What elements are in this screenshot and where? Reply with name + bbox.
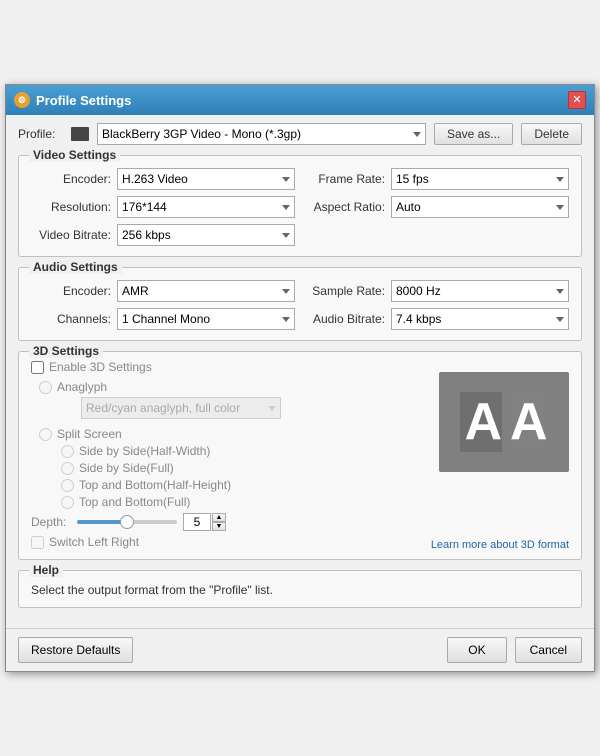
depth-label: Depth: (31, 515, 71, 529)
top-bottom-half-label: Top and Bottom(Half-Height) (79, 478, 231, 492)
side-by-side-half-label: Side by Side(Half-Width) (79, 444, 210, 458)
help-section: Help Select the output format from the "… (18, 570, 582, 608)
close-button[interactable]: ✕ (568, 91, 586, 109)
restore-defaults-button[interactable]: Restore Defaults (18, 637, 133, 663)
sample-rate-row: Sample Rate: 8000 Hz (305, 280, 569, 302)
help-text: Select the output format from the "Profi… (31, 583, 569, 597)
depth-row: Depth: ▲ ▼ (31, 513, 569, 531)
enable-3d-checkbox[interactable] (31, 361, 44, 374)
video-settings-title: Video Settings (29, 148, 120, 162)
depth-up-button[interactable]: ▲ (212, 513, 226, 522)
audio-bitrate-label: Audio Bitrate: (305, 312, 385, 326)
top-bottom-full-row: Top and Bottom(Full) (61, 495, 569, 509)
help-title: Help (29, 563, 63, 577)
switch-left-right-checkbox[interactable] (31, 536, 44, 549)
app-icon: ⚙ (14, 92, 30, 108)
video-bitrate-row: Video Bitrate: 256 kbps (31, 224, 295, 246)
frame-rate-select[interactable]: 15 fps (391, 168, 569, 190)
video-settings-section: Video Settings Encoder: H.263 Video Fram… (18, 155, 582, 257)
resolution-row: Resolution: 176*144 (31, 196, 295, 218)
resolution-label: Resolution: (31, 200, 111, 214)
cancel-button[interactable]: Cancel (515, 637, 582, 663)
depth-spinner-arrows: ▲ ▼ (212, 513, 226, 531)
channels-label: Channels: (31, 312, 111, 326)
top-bottom-full-radio[interactable] (61, 496, 74, 509)
anaglyph-select[interactable]: Red/cyan anaglyph, full color (81, 397, 281, 419)
audio-bitrate-row: Audio Bitrate: 7.4 kbps (305, 308, 569, 330)
aspect-ratio-select[interactable]: Auto (391, 196, 569, 218)
audio-settings-grid: Encoder: AMR Sample Rate: 8000 Hz Channe… (31, 280, 569, 330)
aspect-ratio-row: Aspect Ratio: Auto (305, 196, 569, 218)
audio-settings-title: Audio Settings (29, 260, 122, 274)
save-as-button[interactable]: Save as... (434, 123, 513, 145)
split-screen-radio[interactable] (39, 428, 52, 441)
audio-settings-section: Audio Settings Encoder: AMR Sample Rate:… (18, 267, 582, 341)
anaglyph-radio[interactable] (39, 381, 52, 394)
depth-spinner: ▲ ▼ (183, 513, 226, 531)
learn-more-link[interactable]: Learn more about 3D format (431, 539, 569, 551)
video-settings-grid: Encoder: H.263 Video Frame Rate: 15 fps … (31, 168, 569, 246)
preview-aa-display: AA (460, 392, 547, 452)
side-by-side-full-radio[interactable] (61, 462, 74, 475)
frame-rate-row: Frame Rate: 15 fps (305, 168, 569, 190)
frame-rate-label: Frame Rate: (305, 172, 385, 186)
profile-label: Profile: (18, 127, 63, 141)
enable-3d-label: Enable 3D Settings (49, 360, 152, 374)
profile-select[interactable]: BlackBerry 3GP Video - Mono (*.3gp) (97, 123, 426, 145)
3d-preview-box: AA (439, 372, 569, 472)
depth-down-button[interactable]: ▼ (212, 522, 226, 531)
preview-letter-a2: A (506, 392, 548, 452)
audio-encoder-label: Encoder: (31, 284, 111, 298)
sample-rate-select[interactable]: 8000 Hz (391, 280, 569, 302)
resolution-select[interactable]: 176*144 (117, 196, 295, 218)
depth-value-input[interactable] (183, 513, 211, 531)
settings-3d-title: 3D Settings (29, 344, 103, 358)
top-bottom-half-radio[interactable] (61, 479, 74, 492)
anaglyph-label: Anaglyph (57, 380, 107, 394)
video-bitrate-select[interactable]: 256 kbps (117, 224, 295, 246)
profile-device-icon (71, 127, 89, 141)
profile-row: Profile: BlackBerry 3GP Video - Mono (*.… (18, 123, 582, 145)
side-by-side-full-label: Side by Side(Full) (79, 461, 174, 475)
aspect-ratio-label: Aspect Ratio: (305, 200, 385, 214)
switch-left-right-label: Switch Left Right (49, 535, 139, 549)
profile-settings-dialog: ⚙ Profile Settings ✕ Profile: BlackBerry… (5, 84, 595, 672)
encoder-select[interactable]: H.263 Video (117, 168, 295, 190)
side-by-side-half-radio[interactable] (61, 445, 74, 458)
title-bar: ⚙ Profile Settings ✕ (6, 85, 594, 115)
depth-slider[interactable] (77, 520, 177, 524)
dialog-footer: Restore Defaults OK Cancel (6, 628, 594, 671)
channels-select[interactable]: 1 Channel Mono (117, 308, 295, 330)
encoder-row: Encoder: H.263 Video (31, 168, 295, 190)
encoder-label: Encoder: (31, 172, 111, 186)
audio-encoder-select[interactable]: AMR (117, 280, 295, 302)
footer-right-buttons: OK Cancel (447, 637, 582, 663)
split-screen-label: Split Screen (57, 427, 122, 441)
ok-button[interactable]: OK (447, 637, 506, 663)
top-bottom-full-label: Top and Bottom(Full) (79, 495, 190, 509)
audio-bitrate-select[interactable]: 7.4 kbps (391, 308, 569, 330)
dialog-body: Profile: BlackBerry 3GP Video - Mono (*.… (6, 115, 594, 628)
preview-letter-a1: A (460, 392, 502, 452)
top-bottom-half-row: Top and Bottom(Half-Height) (61, 478, 569, 492)
dialog-title: Profile Settings (36, 93, 131, 108)
video-bitrate-label: Video Bitrate: (31, 228, 111, 242)
channels-row: Channels: 1 Channel Mono (31, 308, 295, 330)
settings-3d-section: 3D Settings Enable 3D Settings AA Anagly… (18, 351, 582, 560)
audio-encoder-row: Encoder: AMR (31, 280, 295, 302)
title-bar-left: ⚙ Profile Settings (14, 92, 131, 108)
sample-rate-label: Sample Rate: (305, 284, 385, 298)
delete-button[interactable]: Delete (521, 123, 582, 145)
